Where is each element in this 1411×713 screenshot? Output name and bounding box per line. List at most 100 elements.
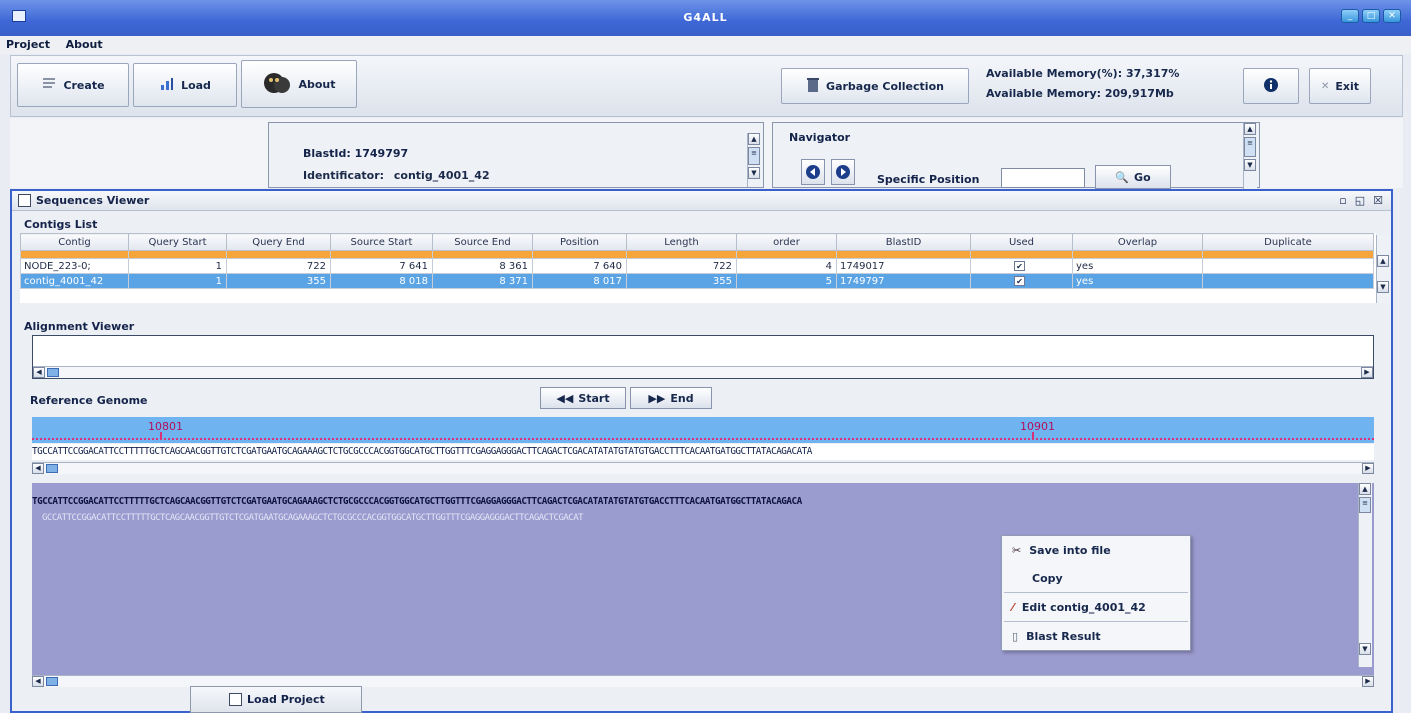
load-project-tab[interactable]: Load Project <box>190 686 362 713</box>
navigate-back-button[interactable] <box>801 159 825 185</box>
menu-about[interactable]: About <box>60 36 109 53</box>
start-button[interactable]: ◀◀ Start <box>540 387 626 409</box>
column-header[interactable]: Duplicate <box>1202 233 1374 251</box>
arrow-right-icon <box>836 165 850 179</box>
go-button[interactable]: 🔍 Go <box>1095 165 1171 189</box>
used-checkbox[interactable]: ✔ <box>1014 275 1025 286</box>
contigs-list-label: Contigs List <box>24 218 98 231</box>
scroll-left-icon[interactable]: ◀ <box>33 367 45 378</box>
ruler-ticks <box>32 438 1374 440</box>
garbage-collection-button[interactable]: Garbage Collection <box>781 68 969 104</box>
scroll-down-icon[interactable]: ▼ <box>1377 281 1389 293</box>
maximize-frame-icon[interactable]: ◱ <box>1355 194 1365 207</box>
identificator-label: Identificator: <box>303 169 385 182</box>
close-icon[interactable]: ✕ <box>1383 9 1401 23</box>
column-header[interactable]: BlastID <box>836 233 971 251</box>
column-header[interactable]: Position <box>532 233 627 251</box>
scroll-thumb[interactable] <box>46 677 58 686</box>
menu-item-copy[interactable]: Copy <box>1002 564 1190 592</box>
scroll-right-icon[interactable]: ▶ <box>1361 367 1373 378</box>
scroll-thumb[interactable] <box>47 368 59 377</box>
alignment-vscroll[interactable]: ▲ ≡ ▼ <box>1358 483 1372 667</box>
close-frame-icon[interactable]: ☒ <box>1373 194 1383 207</box>
scroll-down-icon[interactable]: ▼ <box>1359 643 1371 655</box>
specific-position-input[interactable] <box>1001 168 1085 188</box>
end-button[interactable]: ▶▶ End <box>630 387 712 409</box>
scroll-thumb[interactable]: ≡ <box>1359 497 1371 513</box>
contig-cell: contig_4001_42 <box>20 273 129 289</box>
window-title: G4ALL <box>683 11 728 24</box>
window-controls: _ □ ✕ <box>1341 9 1401 23</box>
table-cell <box>736 250 837 259</box>
column-header[interactable]: Contig <box>20 233 129 251</box>
table-header: Contig Query Start Query End Source Star… <box>20 233 1374 251</box>
aligned-sequence[interactable]: GCCATTCCGGACATTCCTTTTTGCTCAGCAACGGTTGTCT… <box>42 511 1358 525</box>
menu-project[interactable]: Project <box>0 36 56 53</box>
column-header[interactable]: Overlap <box>1072 233 1203 251</box>
table-cell <box>226 250 331 259</box>
aligned-sequence[interactable]: TGCCATTCCGGACATTCCTTTTTGCTCAGCAACGGTTGTC… <box>32 495 1358 509</box>
table-row[interactable] <box>20 250 1374 259</box>
scroll-left-icon[interactable]: ◀ <box>32 463 44 474</box>
table-row[interactable]: NODE_223-0; 1 722 7 641 8 361 7 640 722 … <box>20 258 1374 274</box>
toolbar: Create Load About Garbage Collection Ava… <box>10 55 1403 117</box>
source-end-cell: 8 361 <box>432 258 533 274</box>
scroll-down-icon[interactable]: ▼ <box>1244 159 1256 171</box>
navigate-forward-button[interactable] <box>831 159 855 185</box>
table-row[interactable]: contig_4001_42 1 355 8 018 8 371 8 017 3… <box>20 273 1374 289</box>
info-button[interactable] <box>1243 68 1299 104</box>
table-cell <box>1202 250 1374 259</box>
length-cell: 355 <box>626 273 737 289</box>
minimize-icon[interactable]: _ <box>1341 9 1359 23</box>
column-header[interactable]: order <box>736 233 837 251</box>
column-header[interactable]: Query Start <box>128 233 227 251</box>
arrow-left-icon <box>806 165 820 179</box>
scroll-down-icon[interactable]: ▼ <box>748 167 760 179</box>
used-cell[interactable]: ✔ <box>970 258 1073 274</box>
menu-item-save[interactable]: ✂ Save into file <box>1002 536 1190 564</box>
ruler-tick <box>1032 432 1034 440</box>
menu-item-edit[interactable]: ⁄ Edit contig_4001_42 <box>1002 593 1190 621</box>
alignment-overview-hscroll[interactable]: ◀ ▶ <box>33 366 1373 378</box>
clipboard-icon: ▯ <box>1012 629 1019 643</box>
scroll-right-icon[interactable]: ▶ <box>1362 676 1374 687</box>
tab-checkbox[interactable] <box>229 693 242 706</box>
blast-panel-scrollbar[interactable]: ▲ ≡ ▼ <box>747 133 761 187</box>
column-header[interactable]: Query End <box>226 233 331 251</box>
scroll-up-icon[interactable]: ▲ <box>1244 123 1256 135</box>
exit-icon: ✕ <box>1320 80 1330 92</box>
menu-bar: Project About <box>0 36 1411 54</box>
scroll-up-icon[interactable]: ▲ <box>748 133 760 145</box>
frame-controls: ▫ ◱ ☒ <box>1339 194 1383 207</box>
scroll-right-icon[interactable]: ▶ <box>1362 463 1374 474</box>
contig-cell: NODE_223-0; <box>20 258 129 274</box>
exit-button[interactable]: ✕ Exit <box>1309 68 1371 104</box>
scroll-up-icon[interactable]: ▲ <box>1377 255 1389 267</box>
scroll-up-icon[interactable]: ▲ <box>1359 483 1371 495</box>
blast-info-panel: BlastId: 1749797 Identificator: contig_4… <box>268 122 764 188</box>
iconify-icon[interactable]: ▫ <box>1339 194 1346 207</box>
maximize-icon[interactable]: □ <box>1362 9 1380 23</box>
about-button[interactable]: About <box>241 60 357 108</box>
scroll-thumb[interactable] <box>46 464 58 473</box>
save-icon: ✂ <box>1012 543 1022 557</box>
length-cell: 722 <box>626 258 737 274</box>
reference-hscroll[interactable]: ◀ ▶ <box>32 462 1374 474</box>
navigator-scrollbar[interactable]: ▲ ≡ ▼ <box>1243 123 1257 189</box>
load-button-label: Load <box>181 78 211 92</box>
scroll-thumb[interactable]: ≡ <box>748 147 760 165</box>
scroll-thumb[interactable]: ≡ <box>1244 137 1256 157</box>
column-header[interactable]: Source Start <box>330 233 433 251</box>
table-cell <box>836 250 971 259</box>
scroll-left-icon[interactable]: ◀ <box>32 676 44 687</box>
contigs-scrollbar[interactable]: ▲ ▼ <box>1376 235 1390 303</box>
create-button[interactable]: Create <box>17 63 129 107</box>
column-header[interactable]: Source End <box>432 233 533 251</box>
load-button[interactable]: Load <box>133 63 237 107</box>
viewer-checkbox[interactable] <box>18 194 31 207</box>
column-header[interactable]: Length <box>626 233 737 251</box>
menu-item-blast-result[interactable]: ▯ Blast Result <box>1002 622 1190 650</box>
used-checkbox[interactable]: ✔ <box>1014 260 1025 271</box>
column-header[interactable]: Used <box>970 233 1073 251</box>
used-cell[interactable]: ✔ <box>970 273 1073 289</box>
